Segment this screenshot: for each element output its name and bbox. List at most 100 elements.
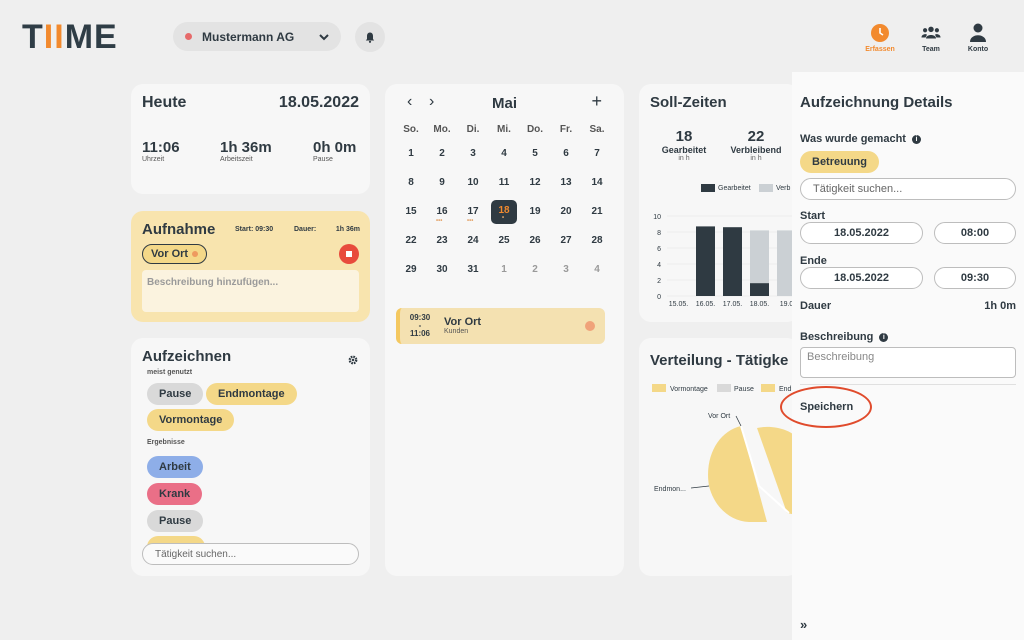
notification-bell-button[interactable] — [355, 22, 385, 52]
chip-endmontage[interactable]: Endmontage — [206, 383, 297, 405]
details-panel: Aufzeichnung Details Was wurde gemacht i … — [792, 72, 1024, 640]
calendar-event[interactable]: 09:30 - 11:06 Vor Ort Kunden — [396, 308, 605, 344]
soll-zeiten-card: Soll-Zeiten 18 Gearbeitet in h 22 Verble… — [639, 84, 799, 322]
calendar-day[interactable]: 19 — [520, 202, 550, 222]
gear-icon[interactable] — [348, 352, 358, 370]
activity-color-dot — [192, 251, 199, 257]
calendar-day[interactable]: 15 — [396, 202, 426, 222]
selected-activity-chip[interactable]: Betreuung — [800, 151, 879, 173]
calendar-day[interactable]: 31 — [458, 260, 488, 280]
chip-vormontage[interactable]: Vormontage — [147, 409, 235, 431]
calendar-day[interactable]: 3 — [551, 260, 581, 280]
nav-team[interactable]: Team — [906, 23, 956, 53]
legend-swatch-end — [761, 384, 775, 392]
start-time-field[interactable]: 08:00 — [934, 222, 1016, 244]
user-icon — [968, 23, 988, 43]
soll-title: Soll-Zeiten — [650, 94, 727, 111]
dauer-value: 1h 0m — [984, 300, 1016, 312]
calendar-day[interactable]: 9 — [427, 173, 457, 193]
pie-slice-endmontage — [708, 426, 767, 522]
event-indicator: • — [502, 215, 505, 221]
calendar-day[interactable]: 16 ••• — [427, 202, 457, 224]
info-icon: i — [879, 332, 889, 342]
x-tick-label: 17.05. — [723, 301, 743, 308]
calendar-day[interactable]: 21 — [582, 202, 612, 222]
start-date-field[interactable]: 18.05.2022 — [800, 222, 923, 244]
y-tick-label: 8 — [657, 230, 661, 237]
chip-arbeit[interactable]: Arbeit — [147, 456, 203, 478]
calendar-day[interactable]: 8 — [396, 173, 426, 193]
divider — [800, 384, 1016, 385]
current-activity-chip[interactable]: Vor Ort — [142, 244, 208, 264]
calendar-day[interactable]: 17 ••• — [458, 202, 488, 224]
heute-card: Heute 18.05.2022 11:06 Uhrzeit 1h 36m Ar… — [131, 84, 370, 194]
aufnahme-dauer-label: Dauer: — [294, 226, 317, 233]
calendar-day[interactable]: 23 — [427, 231, 457, 251]
calendar-day[interactable]: 2 — [520, 260, 550, 280]
collapse-panel-button[interactable]: » — [800, 617, 807, 632]
calendar-day[interactable]: 12 — [520, 173, 550, 193]
legend-pause: Pause — [734, 386, 754, 393]
ergebnisse-label: Ergebnisse — [147, 439, 185, 446]
calendar-day[interactable]: 25 — [489, 231, 519, 251]
calendar-day[interactable]: 1 — [396, 144, 426, 164]
calendar-day[interactable]: 2 — [427, 144, 457, 164]
calendar-day[interactable]: 13 — [551, 173, 581, 193]
calendar-day[interactable]: 28 — [582, 231, 612, 251]
nav-konto[interactable]: Konto — [953, 23, 1003, 53]
clock-icon — [870, 23, 890, 43]
beschreibung-textarea[interactable]: Beschreibung — [800, 347, 1016, 378]
bar-gearbeitet — [750, 283, 769, 296]
add-entry-button[interactable]: + — [591, 91, 602, 112]
logo: TIIME — [22, 18, 118, 56]
heute-title: Heute — [142, 94, 187, 111]
bell-icon — [365, 32, 375, 43]
panel-activity-search[interactable]: Tätigkeit suchen... — [800, 178, 1016, 200]
calendar-day[interactable]: 10 — [458, 173, 488, 193]
calendar-day[interactable]: 22 — [396, 231, 426, 251]
weekday-label: Do. — [526, 124, 544, 135]
calendar-day[interactable]: 27 — [551, 231, 581, 251]
calendar-day[interactable]: 4 — [582, 260, 612, 280]
calendar-day[interactable]: 4 — [489, 144, 519, 164]
chevron-down-icon — [319, 30, 329, 44]
end-time-field[interactable]: 09:30 — [934, 267, 1016, 289]
activity-search-input[interactable]: Tätigkeit suchen... — [142, 543, 359, 565]
calendar-day[interactable]: 3 — [458, 144, 488, 164]
calendar-day[interactable]: 29 — [396, 260, 426, 280]
x-tick-label: 15.05. — [669, 301, 689, 308]
end-date-field[interactable]: 18.05.2022 — [800, 267, 923, 289]
weekday-label: So. — [403, 124, 419, 135]
calendar-day[interactable]: 24 — [458, 231, 488, 251]
pie-chart: Vormontage Pause End Vor Ort Endmon... — [652, 384, 799, 522]
calendar-day[interactable]: 20 — [551, 202, 581, 222]
chip-pause[interactable]: Pause — [147, 383, 204, 405]
chip-krank[interactable]: Krank — [147, 483, 203, 505]
calendar-day[interactable]: 30 — [427, 260, 457, 280]
aufzeichnen-title: Aufzeichnen — [142, 348, 232, 365]
calendar-day-selected[interactable]: 18 • — [491, 200, 517, 224]
calendar-day[interactable]: 11 — [489, 173, 519, 193]
x-tick-label: 16.05. — [696, 301, 716, 308]
company-selector[interactable]: Mustermann AG — [173, 22, 341, 51]
calendar-day[interactable]: 14 — [582, 173, 612, 193]
stop-recording-button[interactable] — [339, 244, 359, 264]
stop-icon — [346, 251, 352, 257]
stat-uhrzeit: 11:06 Uhrzeit — [142, 139, 180, 163]
calendar-day[interactable]: 26 — [520, 231, 550, 251]
calendar-day[interactable]: 1 — [489, 260, 519, 280]
weekday-label: Fr. — [559, 124, 573, 135]
weekday-label: Sa. — [589, 124, 605, 135]
calendar-day[interactable]: 7 — [582, 144, 612, 164]
chip-pause-result[interactable]: Pause — [147, 510, 204, 532]
label-line-endmontage — [690, 485, 710, 489]
stat-arbeitszeit: 1h 36m Arbeitszeit — [220, 139, 272, 163]
was-label: Was wurde gemacht i — [800, 133, 921, 145]
description-input[interactable]: Beschreibung hinzufügen... — [142, 270, 359, 312]
calendar-day[interactable]: 5 — [520, 144, 550, 164]
nav-erfassen[interactable]: Erfassen — [855, 23, 905, 53]
legend-gearbeitet: Gearbeitet — [701, 184, 751, 192]
meist-genutzt-label: meist genutzt — [147, 369, 193, 376]
calendar-day[interactable]: 6 — [551, 144, 581, 164]
start-label: Start — [800, 210, 826, 222]
